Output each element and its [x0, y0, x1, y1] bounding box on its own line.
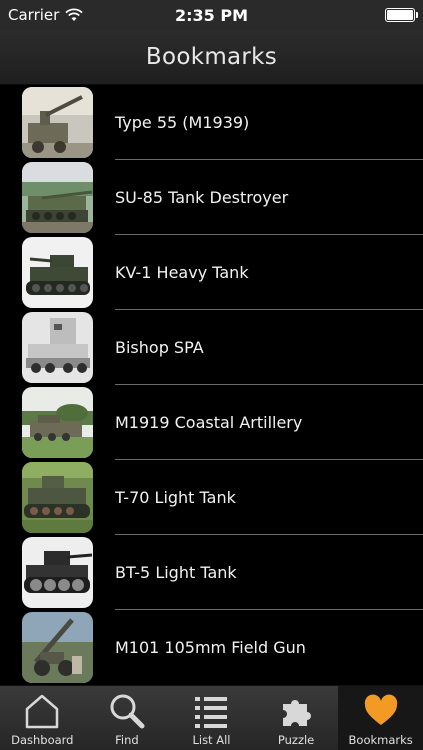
list-item[interactable]: M1919 Coastal Artillery [0, 385, 423, 460]
list-item-label: SU-85 Tank Destroyer [115, 188, 289, 207]
tab-dashboard[interactable]: Dashboard [0, 686, 85, 750]
thumbnail-image [22, 237, 93, 308]
list-item[interactable]: T-70 Light Tank [0, 460, 423, 535]
magnifier-icon [107, 691, 147, 731]
list-item[interactable]: BT-5 Light Tank [0, 535, 423, 610]
tab-label: List All [192, 733, 231, 747]
list-item[interactable]: Bishop SPA [0, 310, 423, 385]
tab-label: Dashboard [11, 733, 74, 747]
status-bar: Carrier 2:35 PM [0, 0, 423, 30]
tab-bar: Dashboard Find List All Puzzle Bookmarks [0, 685, 423, 750]
tab-puzzle[interactable]: Puzzle [254, 686, 339, 750]
list-item[interactable]: SU-85 Tank Destroyer [0, 160, 423, 235]
list-item[interactable]: KV-1 Heavy Tank [0, 235, 423, 310]
thumbnail-image [22, 612, 93, 683]
wifi-icon [65, 8, 83, 21]
battery-icon [385, 8, 418, 22]
heart-icon [361, 691, 401, 731]
list-item-label: M1919 Coastal Artillery [115, 413, 303, 432]
bookmarks-list: Type 55 (M1939) SU-85 Tank Destroyer KV-… [0, 85, 423, 685]
status-left: Carrier [8, 6, 83, 24]
tab-label: Bookmarks [348, 733, 413, 747]
thumbnail-image [22, 312, 93, 383]
list-item-label: Type 55 (M1939) [115, 113, 250, 132]
thumbnail-image [22, 462, 93, 533]
carrier-label: Carrier [8, 6, 60, 24]
list-item[interactable]: M101 105mm Field Gun [0, 610, 423, 685]
list-item-label: BT-5 Light Tank [115, 563, 237, 582]
thumbnail-image [22, 387, 93, 458]
list-item-label: M101 105mm Field Gun [115, 638, 306, 657]
thumbnail-image [22, 87, 93, 158]
tab-list-all[interactable]: List All [169, 686, 254, 750]
house-icon [22, 691, 62, 731]
page-title: Bookmarks [145, 44, 278, 70]
thumbnail-image [22, 537, 93, 608]
tab-label: Puzzle [277, 733, 315, 747]
list-item-label: T-70 Light Tank [115, 488, 236, 507]
nav-bar: Bookmarks [0, 30, 423, 85]
list-icon [191, 691, 231, 731]
list-item-label: KV-1 Heavy Tank [115, 263, 249, 282]
tab-label: Find [115, 733, 139, 747]
thumbnail-image [22, 162, 93, 233]
tab-find[interactable]: Find [85, 686, 170, 750]
list-item-label: Bishop SPA [115, 338, 204, 357]
battery-fill [387, 10, 413, 20]
tab-bookmarks[interactable]: Bookmarks [338, 686, 423, 750]
puzzle-icon [276, 691, 316, 731]
list-item[interactable]: Type 55 (M1939) [0, 85, 423, 160]
